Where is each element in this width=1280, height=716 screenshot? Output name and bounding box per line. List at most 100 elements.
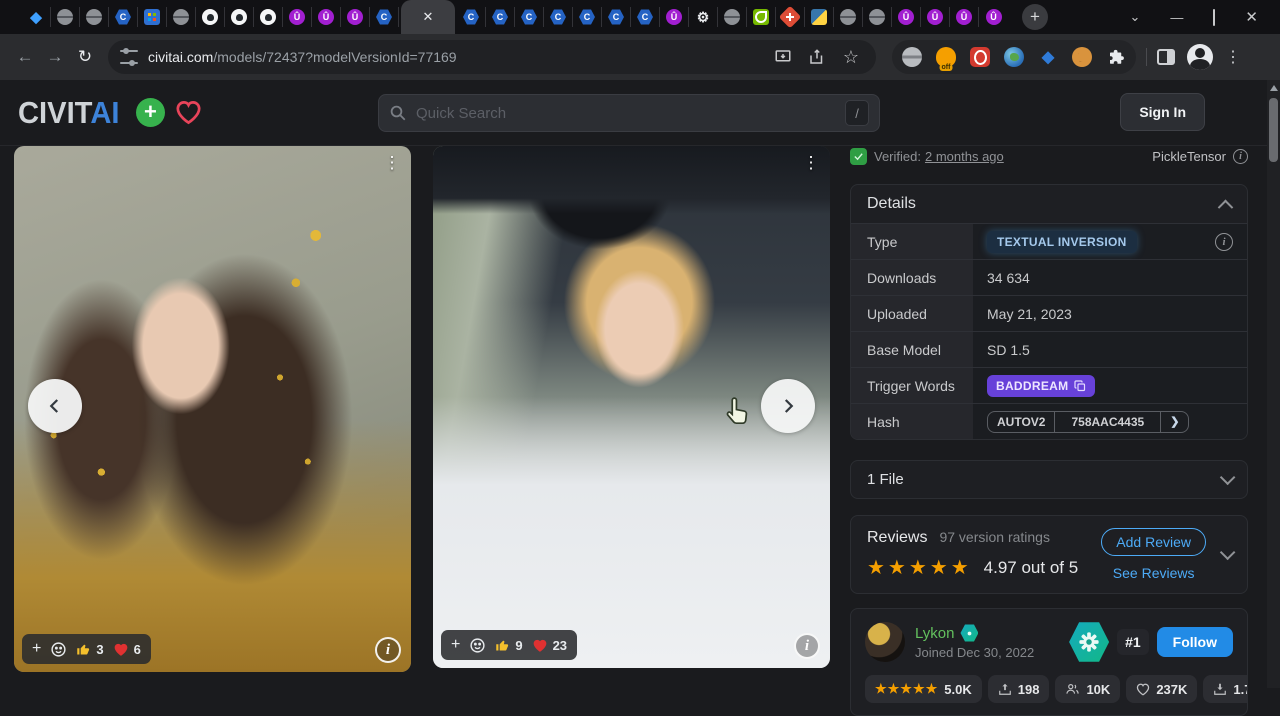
close-window-icon[interactable]: ✕ (1245, 8, 1258, 26)
tab-ublock[interactable]: Û (950, 7, 979, 27)
reload-icon[interactable]: ↻ (70, 42, 100, 72)
close-tab-icon[interactable]: ✕ (423, 9, 434, 25)
install-icon[interactable] (770, 44, 796, 70)
files-header[interactable]: 1 File (851, 461, 1247, 498)
extension-gem-icon[interactable]: ◆ (1038, 47, 1058, 67)
trigger-word-badge[interactable]: BADDREAM (987, 375, 1095, 397)
image-info-icon[interactable]: i (794, 633, 820, 659)
create-plus-button[interactable]: + (136, 98, 165, 127)
share-icon[interactable] (804, 44, 830, 70)
tab-appstore[interactable] (138, 7, 167, 27)
tab-civitai[interactable]: C (457, 7, 486, 27)
tab-ublock[interactable]: Û (892, 7, 921, 27)
carousel-next-button[interactable] (761, 379, 815, 433)
heart-reaction[interactable]: 23 (532, 638, 567, 653)
tab-python[interactable] (805, 7, 834, 27)
trigger-word-text: BADDREAM (996, 379, 1068, 393)
smiley-icon[interactable] (469, 637, 486, 654)
tab-civitai[interactable]: C (631, 7, 660, 27)
tab-ublock[interactable]: Û (979, 7, 1008, 27)
type-badge[interactable]: TEXTUAL INVERSION (987, 231, 1137, 253)
tab-nvidia[interactable] (747, 7, 776, 27)
tab-civitai[interactable]: C (573, 7, 602, 27)
extension-cookie-icon[interactable] (1072, 47, 1092, 67)
creator-avatar[interactable] (865, 622, 905, 662)
extension-red-o-icon[interactable] (970, 47, 990, 67)
verified-time-link[interactable]: 2 months ago (925, 149, 1004, 164)
tab-globe[interactable] (80, 7, 109, 27)
address-bar[interactable]: civitai.com/models/72437?modelVersionId=… (108, 40, 876, 74)
ublock-favicon: Û (347, 9, 363, 25)
type-info-icon[interactable]: i (1215, 233, 1233, 251)
tab-globe[interactable] (51, 7, 80, 27)
like-reaction[interactable]: 3 (76, 642, 103, 657)
tab-ublock[interactable]: Û (660, 7, 689, 27)
like-reaction[interactable]: 9 (495, 638, 522, 653)
search-input[interactable] (416, 105, 845, 122)
tab-github[interactable] (225, 7, 254, 27)
tab-ublock[interactable]: Û (312, 7, 341, 27)
hash-pill[interactable]: AUTOV2 758AAC4435 ❯ (987, 411, 1189, 433)
tab-ublock[interactable]: Û (921, 7, 950, 27)
sign-in-button[interactable]: Sign In (1120, 93, 1205, 131)
extension-earth-icon[interactable] (1004, 47, 1024, 67)
forward-icon[interactable]: → (40, 42, 70, 72)
chevron-down-icon[interactable] (1220, 545, 1236, 561)
scrollbar-thumb[interactable] (1269, 98, 1278, 162)
add-reaction-icon[interactable]: + (32, 640, 41, 658)
add-review-button[interactable]: Add Review (1101, 528, 1206, 556)
heart-reaction[interactable]: 6 (113, 642, 141, 657)
restore-icon[interactable] (1213, 10, 1215, 25)
new-tab-button[interactable]: + (1022, 4, 1048, 30)
creator-name[interactable]: Lykon (915, 625, 954, 642)
tab-globe[interactable] (718, 7, 747, 27)
image-info-icon[interactable]: i (375, 637, 401, 663)
minimize-icon[interactable]: — (1170, 10, 1183, 25)
tab-git[interactable] (776, 7, 805, 27)
image-menu-icon[interactable]: ⋮ (798, 150, 824, 176)
tab-civitai[interactable]: C (515, 7, 544, 27)
side-panel-icon[interactable] (1157, 49, 1175, 65)
creator-rank-gear-icon (1069, 621, 1109, 663)
page-scrollbar[interactable] (1267, 80, 1280, 688)
tab-civitai[interactable]: C (486, 7, 515, 27)
follow-button[interactable]: Follow (1157, 627, 1233, 657)
tab-civitai[interactable]: C (602, 7, 631, 27)
quick-search-box[interactable]: / (378, 94, 880, 132)
active-tab[interactable]: ✕ (401, 0, 455, 34)
extensions-puzzle-icon[interactable] (1106, 47, 1126, 67)
profile-avatar[interactable] (1187, 44, 1213, 70)
add-reaction-icon[interactable]: + (451, 636, 460, 654)
format-info-icon[interactable]: i (1233, 149, 1248, 164)
tab-civitai[interactable]: C (544, 7, 573, 27)
tab-gem[interactable]: ◆ (22, 7, 51, 27)
copy-icon[interactable] (1074, 380, 1086, 392)
tab-globe[interactable] (834, 7, 863, 27)
tab-globe[interactable] (863, 7, 892, 27)
tab-globe[interactable] (167, 7, 196, 27)
tab-gear[interactable]: ⚙ (689, 7, 718, 27)
tab-ublock[interactable]: Û (283, 7, 312, 27)
details-header[interactable]: Details (851, 185, 1247, 223)
tab-search-chevron-icon[interactable]: ⌄ (1130, 9, 1141, 25)
scroll-up-arrow-icon[interactable] (1270, 85, 1278, 91)
favorites-heart-icon[interactable] (175, 100, 202, 125)
smiley-icon[interactable] (50, 641, 67, 658)
tab-ublock[interactable]: Û (341, 7, 370, 27)
civitai-logo[interactable]: CIVITAI (18, 95, 119, 131)
extension-flame-icon[interactable]: off (936, 47, 956, 67)
image-menu-icon[interactable]: ⋮ (379, 150, 405, 176)
see-reviews-link[interactable]: See Reviews (1113, 565, 1195, 581)
extension-globe-icon[interactable] (902, 47, 922, 67)
bookmark-star-icon[interactable]: ☆ (838, 44, 864, 70)
tab-github[interactable] (196, 7, 225, 27)
back-icon[interactable]: ← (10, 42, 40, 72)
tab-civitai[interactable]: C (370, 7, 399, 27)
tab-github[interactable] (254, 7, 283, 27)
hash-expand-icon[interactable]: ❯ (1160, 412, 1188, 432)
site-settings-icon[interactable] (120, 50, 138, 64)
tab-civitai[interactable]: C (109, 7, 138, 27)
carousel-prev-button[interactable] (28, 379, 82, 433)
browser-menu-icon[interactable]: ⋮ (1225, 47, 1241, 67)
github-favicon (202, 9, 218, 25)
